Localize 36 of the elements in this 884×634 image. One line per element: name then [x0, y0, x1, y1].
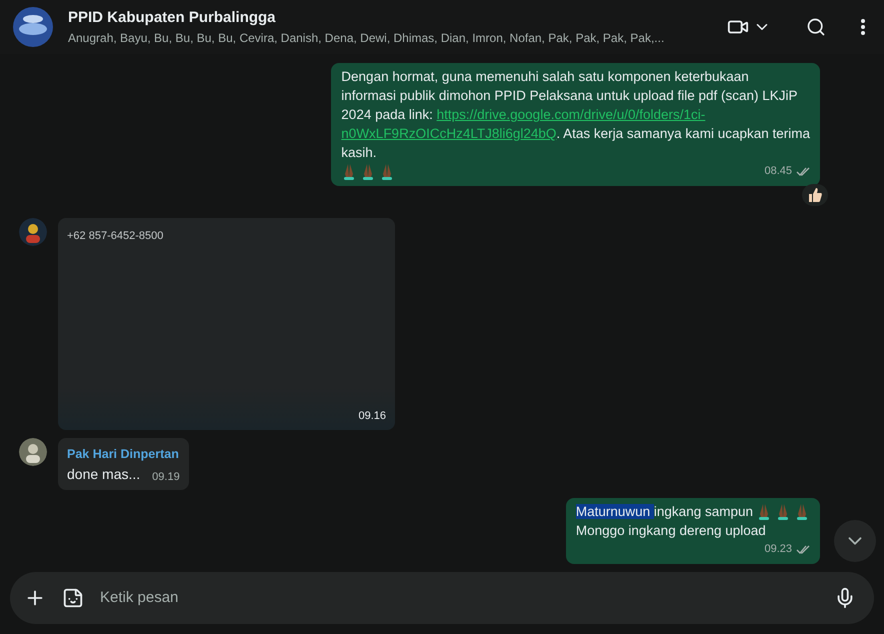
- message-text: done mas...: [67, 465, 140, 484]
- search-icon: [806, 17, 826, 37]
- avatar: [19, 218, 47, 246]
- message-link[interactable]: https://drive.google.com/drive/u/0/folders/1ci-: [436, 107, 706, 122]
- message-time: 09.23: [764, 542, 792, 557]
- sticker-icon: [62, 587, 84, 609]
- search-button[interactable]: [806, 17, 826, 37]
- praying-hands-icon: [794, 502, 810, 520]
- scroll-down-button[interactable]: [834, 520, 876, 562]
- sender-name: Pak Hari Dinpertan: [67, 446, 180, 464]
- message-time: 08.45: [764, 164, 792, 180]
- avatar: [19, 438, 47, 466]
- sticker-button[interactable]: [62, 587, 84, 609]
- message-text: informasi publik dimohon PPID Pelaksana untuk upload file pdf (scan) LKJiP: [341, 87, 798, 106]
- menu-icon: [861, 19, 865, 35]
- message-text: n0WxLF9RzOICcHz4LTJ8li6gl24bQ. Atas kerja samanya kami ucapkan terima: [341, 125, 810, 144]
- message-text: Monggo ingkang dereng upload: [576, 522, 766, 540]
- thumbs-up-icon: [807, 187, 823, 204]
- praying-hands-icon: [775, 502, 791, 520]
- sender-phone: +62 857-6452-8500: [67, 229, 164, 244]
- menu-button[interactable]: [861, 19, 865, 35]
- media-message-bubble[interactable]: +62 857-6452-8500 09.16: [58, 218, 395, 430]
- group-avatar[interactable]: [13, 7, 53, 47]
- message-text: 2024 pada link: https://drive.google.com/drive/u/0/folders/1ci-: [341, 106, 706, 124]
- reaction-badge[interactable]: [802, 184, 828, 206]
- selected-text: Maturnuwun: [576, 504, 654, 519]
- message-time: 09.19: [152, 470, 180, 484]
- group-members: Anugrah, Bayu, Bu, Bu, Bu, Bu, Cevira, Danish, Dena, Dewi, Dhimas, Dian, Imron, Nofan, Pak, Pak, Pak, Pak,...: [68, 30, 666, 48]
- message-link[interactable]: n0WxLF9RzOICcHz4LTJ8li6gl24bQ: [341, 126, 556, 142]
- message-input-field[interactable]: Ketik pesan: [10, 572, 874, 624]
- chat-title: PPID Kabupaten Purbalingga: [68, 8, 277, 28]
- message-time: 09.16: [358, 408, 386, 424]
- praying-hands-icon: [756, 502, 772, 520]
- message-text: Dengan hormat, guna memenuhi salah satu komponen keterbukaan: [341, 68, 749, 86]
- message-text: Maturnuwun ingkang sampun: [576, 503, 753, 521]
- message-text: kasih.: [341, 144, 377, 162]
